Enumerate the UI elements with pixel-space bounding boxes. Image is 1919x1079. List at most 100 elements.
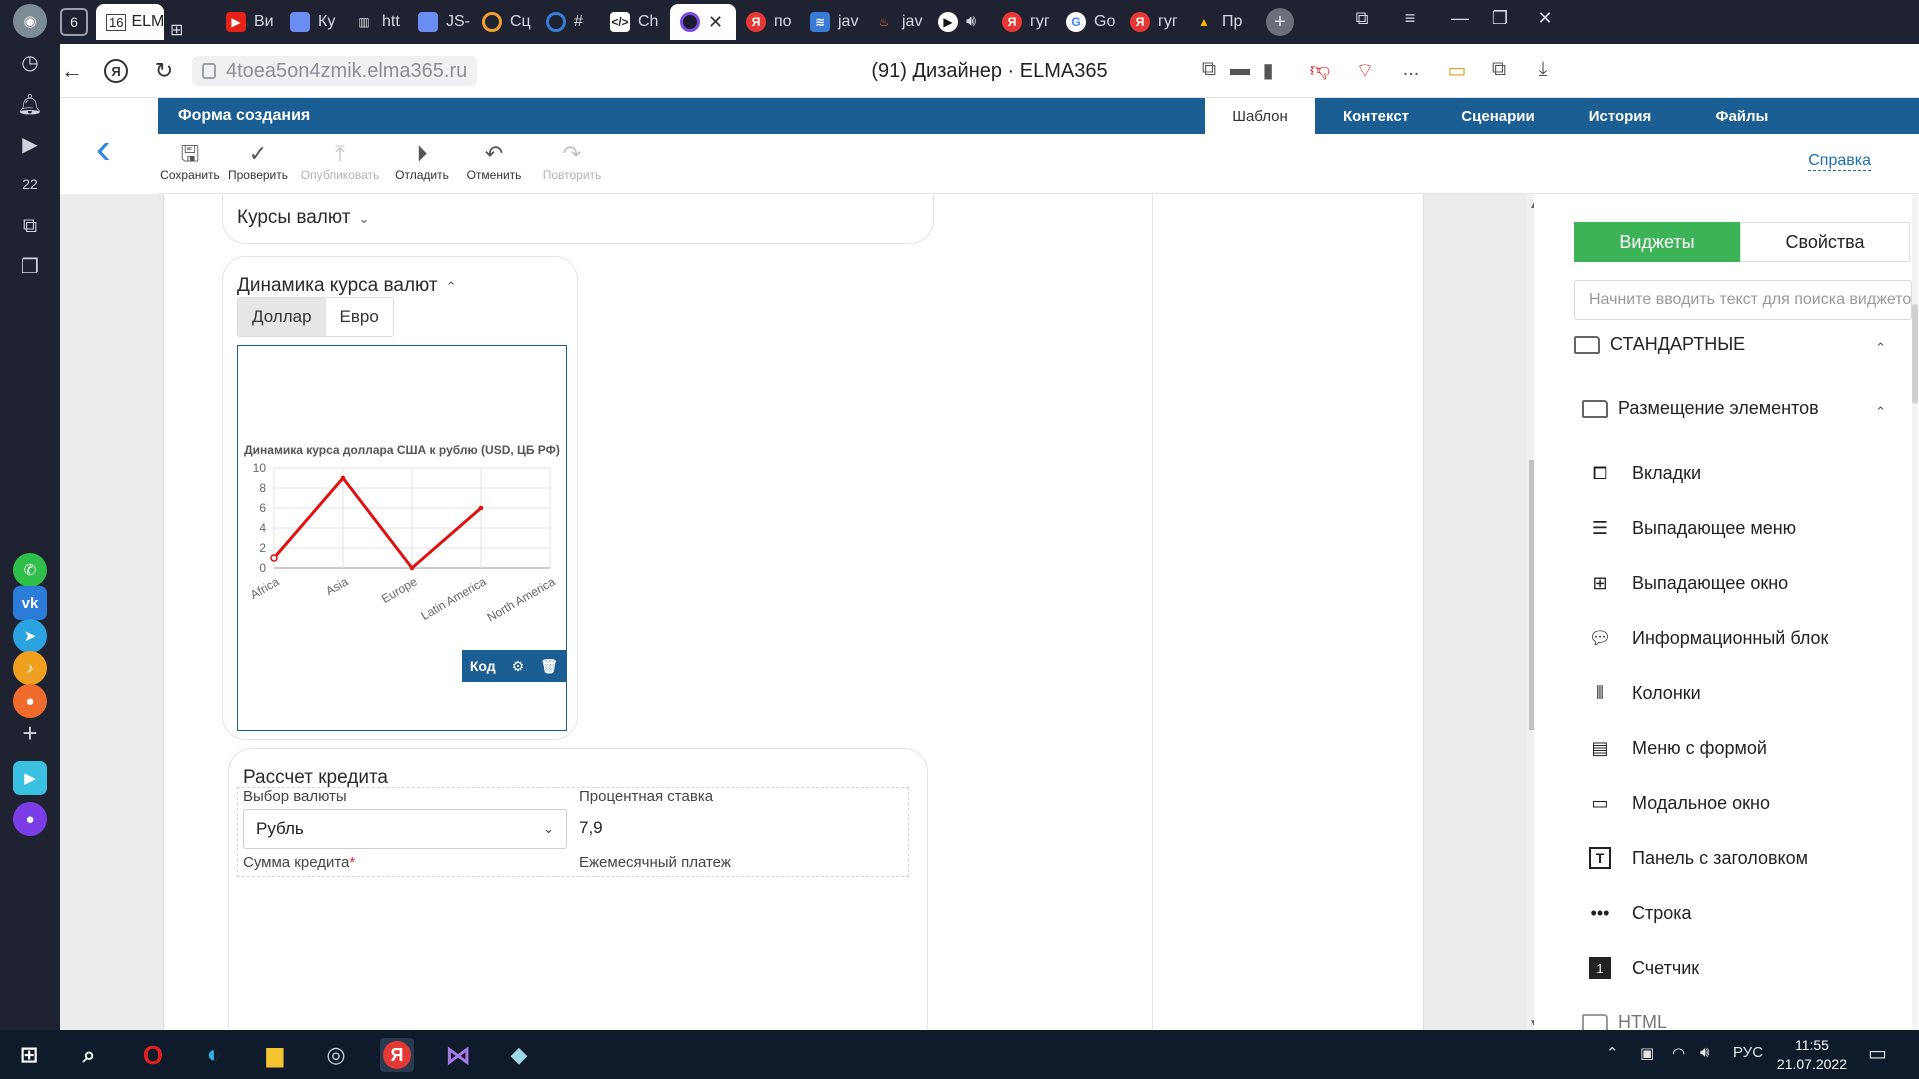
- tab-jav2[interactable]: ♨ jav: [874, 4, 928, 40]
- tab-youtube[interactable]: ▶ Ви: [226, 4, 280, 40]
- notifications-bell-icon[interactable]: 🔔︎: [12, 86, 48, 122]
- currency-select[interactable]: Рубль ⌄: [243, 809, 567, 849]
- tab-scenarios[interactable]: Сценарии: [1437, 98, 1559, 134]
- audio-icon[interactable]: 🔊︎: [966, 13, 976, 31]
- minimize-icon[interactable]: —: [1445, 8, 1475, 29]
- games-icon[interactable]: ●: [13, 684, 47, 718]
- back-arrow-icon[interactable]: ‹: [96, 124, 111, 174]
- profile-avatar[interactable]: ◉: [13, 4, 47, 38]
- panel-currency-dynamics[interactable]: Динамика курса валют ⌃ Доллар Евро Динами…: [222, 256, 578, 740]
- tab-ku[interactable]: Ку: [290, 4, 344, 40]
- chart-widget[interactable]: Динамика курса доллара США к рублю (USD,…: [237, 345, 567, 731]
- media-play-icon[interactable]: ▶: [12, 126, 48, 162]
- new-tab-button[interactable]: +: [1266, 8, 1294, 36]
- tab-media[interactable]: ▶ 🔊︎: [938, 4, 992, 40]
- widget-item-titled-panel[interactable]: T Панель с заголовком: [1586, 843, 1808, 873]
- add-panel-icon[interactable]: +: [12, 715, 48, 751]
- collections-icon[interactable]: ❐: [12, 248, 48, 284]
- chevron-up-icon[interactable]: ⌃: [446, 279, 457, 294]
- volume-icon[interactable]: 🔊︎: [1700, 1044, 1709, 1061]
- notifications-icon[interactable]: ▭: [1868, 1041, 1887, 1066]
- widget-item-tabs[interactable]: ⧠ Вкладки: [1586, 458, 1701, 488]
- tab-euro[interactable]: Евро: [326, 298, 393, 336]
- tab-js[interactable]: JS-: [418, 4, 472, 40]
- bookmark-icon[interactable]: ▮: [1253, 58, 1283, 83]
- translate-icon[interactable]: ⧉: [1194, 58, 1224, 81]
- group-standard[interactable]: СТАНДАРТНЫЕ ⌃: [1574, 334, 1904, 355]
- help-link[interactable]: Справка: [1808, 152, 1871, 171]
- extensions-icon[interactable]: ⧉: [1484, 58, 1514, 81]
- tab-po[interactable]: Япо: [746, 4, 800, 40]
- tab-sc[interactable]: Сц: [482, 4, 536, 40]
- close-window-icon[interactable]: ✕: [1530, 8, 1560, 29]
- tab-properties[interactable]: Свойства: [1740, 222, 1910, 262]
- tab-history[interactable]: История: [1559, 98, 1681, 134]
- bookmarks-icon[interactable]: ⧉: [1347, 8, 1377, 29]
- tab-files[interactable]: Файлы: [1681, 98, 1803, 134]
- undo-button[interactable]: ↶ Отменить: [452, 140, 536, 182]
- telegram-icon[interactable]: ➤: [13, 619, 47, 653]
- tray-network-icon[interactable]: ▣: [1640, 1044, 1654, 1062]
- widget-item-counter[interactable]: 1 Счетчик: [1586, 953, 1699, 983]
- search-icon[interactable]: ⌕: [72, 1038, 106, 1072]
- wifi-tray-icon[interactable]: ◠: [1672, 1044, 1685, 1062]
- widget-item-dropdown-menu[interactable]: ☰ Выпадающее меню: [1586, 513, 1796, 543]
- redo-button[interactable]: ↷ Повторить: [530, 140, 614, 182]
- panel-credit-calc[interactable]: Рассчет кредита Выбор валюты Рубль ⌄ Про…: [228, 748, 928, 1030]
- app-icon[interactable]: ◆: [502, 1038, 536, 1072]
- tab-jav1[interactable]: ≋ jav: [810, 4, 864, 40]
- vk-icon[interactable]: vk: [13, 586, 47, 620]
- tab-ch[interactable]: </> Ch: [610, 4, 664, 40]
- tab-template[interactable]: Шаблон: [1205, 98, 1315, 134]
- dislike-icon[interactable]: 👎︎: [1305, 58, 1335, 82]
- tab-active-current[interactable]: ✕: [670, 4, 736, 40]
- tab-gug1[interactable]: Ягуг: [1002, 4, 1056, 40]
- download-icon[interactable]: ⤓: [1528, 58, 1558, 81]
- tab-elma[interactable]: 16 ELMA: [96, 4, 164, 40]
- widget-item-columns[interactable]: ⦀ Колонки: [1586, 678, 1701, 708]
- widget-search-input[interactable]: Начните вводить текст для поиска виджето…: [1574, 280, 1912, 320]
- menu-icon[interactable]: ≡: [1395, 8, 1425, 29]
- widget-item-row[interactable]: ••• Строка: [1586, 898, 1692, 928]
- yandex-browser-icon[interactable]: Я: [380, 1038, 414, 1072]
- tray-expand-icon[interactable]: ⌃: [1606, 1044, 1619, 1062]
- tab-context[interactable]: Контекст: [1315, 98, 1437, 134]
- edge-icon[interactable]: ◐: [197, 1038, 231, 1072]
- messenger-icon[interactable]: ▶: [13, 761, 47, 795]
- restore-icon[interactable]: ❐: [1485, 8, 1515, 29]
- close-tab-icon[interactable]: ✕: [708, 12, 723, 33]
- reader-icon[interactable]: ▬: [1225, 58, 1255, 81]
- delete-trash-icon[interactable]: 🗑︎: [532, 658, 566, 675]
- opera-icon[interactable]: O: [136, 1038, 170, 1072]
- url-field[interactable]: 4toea5on4zmik.elma365.ru: [192, 56, 478, 86]
- chevron-down-icon[interactable]: ⌄: [358, 211, 369, 226]
- start-windows-icon[interactable]: ⊞: [12, 1038, 46, 1072]
- whatsapp-icon[interactable]: ✆: [13, 553, 47, 587]
- tab-drive[interactable]: ▲ Пр: [1194, 4, 1248, 40]
- more-icon[interactable]: ...: [1396, 58, 1426, 81]
- group-layout[interactable]: Размещение элементов ⌃: [1582, 398, 1904, 419]
- wifi-icon[interactable]: ⌔: [1350, 58, 1380, 83]
- history-icon[interactable]: ◷: [12, 44, 48, 80]
- widget-item-menu-form[interactable]: ▤ Меню с формой: [1586, 733, 1766, 763]
- widget-item-info-block[interactable]: 💬︎ Информационный блок: [1586, 623, 1829, 653]
- widgets-scroll-thumb[interactable]: [1912, 304, 1918, 404]
- settings-gear-icon[interactable]: ⚙: [504, 658, 533, 675]
- alice-icon[interactable]: ●: [13, 802, 47, 836]
- tab-hash[interactable]: #: [546, 4, 600, 40]
- music-icon[interactable]: ♪: [13, 651, 47, 685]
- battery-icon[interactable]: ▭: [1442, 58, 1472, 83]
- visual-studio-icon[interactable]: ⋈: [441, 1038, 475, 1072]
- widget-item-modal[interactable]: ▭ Модальное окно: [1586, 788, 1770, 818]
- tab-widgets[interactable]: Виджеты: [1574, 222, 1740, 262]
- widget-item-dropdown-window[interactable]: ⊞ Выпадающее окно: [1586, 568, 1788, 598]
- calendar-icon[interactable]: 22: [12, 166, 48, 202]
- explorer-folder-icon[interactable]: ▆: [258, 1038, 292, 1072]
- tab-dollar[interactable]: Доллар: [238, 298, 326, 336]
- screenshot-icon[interactable]: ⧉: [12, 208, 48, 244]
- tab-counter-button[interactable]: 6: [60, 8, 88, 36]
- steam-icon[interactable]: ◎: [319, 1038, 353, 1072]
- code-button[interactable]: Код: [462, 658, 504, 674]
- language-indicator[interactable]: РУС: [1733, 1044, 1763, 1061]
- new-tab-group-icon[interactable]: ⊞: [170, 12, 183, 48]
